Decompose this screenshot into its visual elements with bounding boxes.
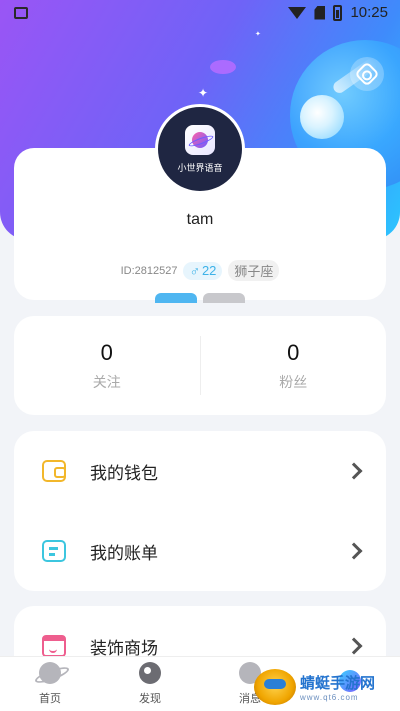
fans-count: 0 <box>287 339 300 365</box>
settings-icon <box>354 61 380 87</box>
site-watermark: 蜻蜓手游网 www.qt6.com <box>254 663 400 711</box>
profile-tags <box>0 293 400 303</box>
chevron-right-icon <box>345 462 363 480</box>
sparkle-icon: ✦ <box>255 30 261 38</box>
wallet-icon <box>42 460 66 482</box>
level-badge <box>155 293 197 303</box>
wifi-icon <box>288 6 307 19</box>
profile-meta-row: ID:2812527 ♂ 22 狮子座 <box>0 260 400 281</box>
following-label: 关注 <box>92 374 121 391</box>
male-icon: ♂ <box>189 262 200 279</box>
tab-label: 发现 <box>139 692 161 705</box>
menu-item-wallet[interactable]: 我的钱包 <box>14 431 386 511</box>
settings-button[interactable] <box>350 57 384 91</box>
discover-icon <box>139 662 161 684</box>
tab-home[interactable]: 首页 <box>0 657 100 711</box>
tab-label: 首页 <box>39 692 61 705</box>
level-badge <box>203 293 245 303</box>
battery-icon <box>333 4 343 21</box>
stats-card: 0 关注 0 粉丝 <box>14 316 386 415</box>
menu-item-label: 我的账单 <box>90 543 158 564</box>
meteor-decoration <box>300 95 344 139</box>
zodiac-badge: 狮子座 <box>228 260 280 281</box>
planet-icon <box>39 662 61 684</box>
small-planet-decoration <box>210 60 236 74</box>
user-id: ID:2812527 <box>120 264 178 277</box>
following-count: 0 <box>100 339 113 365</box>
fans-stat[interactable]: 0 粉丝 <box>201 316 387 415</box>
shop-icon <box>42 635 66 657</box>
menu-item-label: 我的钱包 <box>90 463 158 484</box>
following-stat[interactable]: 0 关注 <box>14 316 200 415</box>
chevron-right-icon <box>345 542 363 560</box>
watermark-url: www.qt6.com <box>300 693 359 702</box>
age-value: 22 <box>201 263 217 278</box>
menu-card-finance: 我的钱包 我的账单 <box>14 431 386 591</box>
gender-age-badge: ♂ 22 <box>183 261 223 280</box>
image-notification-icon <box>14 7 28 19</box>
username: tam <box>186 211 214 228</box>
dragonfly-logo-icon <box>254 669 296 705</box>
app-logo-icon <box>185 124 215 155</box>
menu-item-bill[interactable]: 我的账单 <box>14 511 386 591</box>
avatar-logo-text: 小世界语音 <box>177 163 223 174</box>
chevron-right-icon <box>345 637 363 655</box>
bill-icon <box>42 540 66 562</box>
sim-icon <box>314 5 326 20</box>
fans-label: 粉丝 <box>279 374 308 391</box>
status-time: 10:25 <box>350 4 388 21</box>
tab-discover[interactable]: 发现 <box>100 657 200 711</box>
status-bar: 10:25 <box>0 0 400 28</box>
sparkle-icon: ✦ <box>198 86 209 100</box>
avatar[interactable]: 小世界语音 <box>155 104 245 194</box>
menu-item-label: 装饰商场 <box>90 638 158 659</box>
watermark-title: 蜻蜓手游网 <box>300 674 376 692</box>
